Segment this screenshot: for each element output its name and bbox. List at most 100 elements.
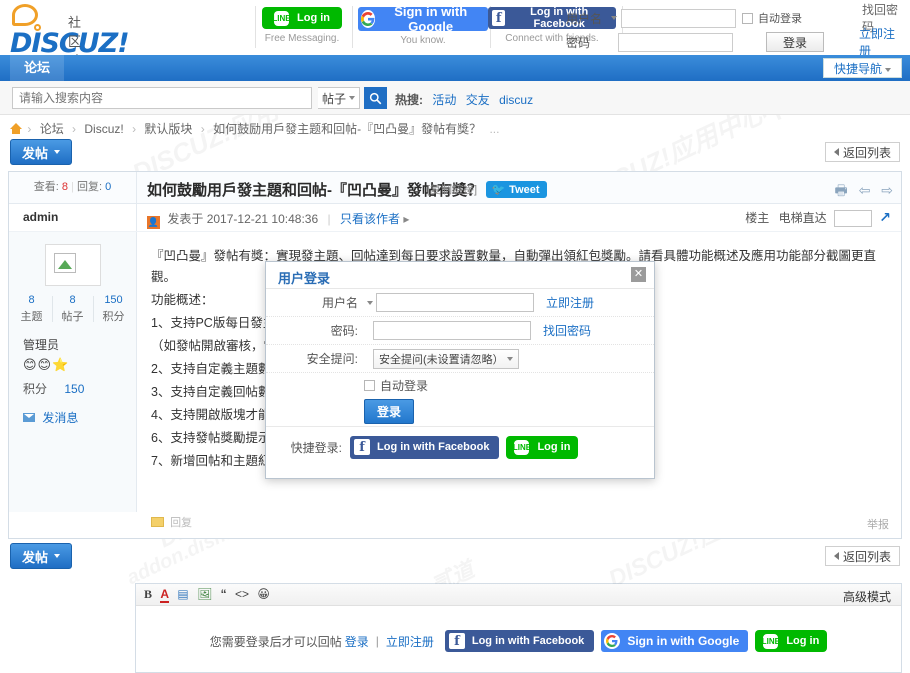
- only-author-link[interactable]: 只看该作者: [340, 212, 400, 226]
- modal-username-input[interactable]: [376, 293, 534, 312]
- image-icon[interactable]: 🖼: [197, 587, 212, 601]
- prompt-register-link[interactable]: 立即注册: [386, 633, 434, 650]
- modal-line-login-button[interactable]: LINE Log in: [506, 435, 579, 459]
- modal-forgot-password-link[interactable]: 找回密码: [543, 322, 591, 339]
- smiley-icon[interactable]: 😀: [257, 587, 270, 601]
- credit-label: 积分: [23, 382, 48, 396]
- chevron-down-icon[interactable]: [367, 300, 373, 305]
- quick-nav-dropdown[interactable]: 快捷导航: [822, 58, 902, 78]
- thread-header: 查看: 8 | 回复: 0 如何鼓勵用戶發主題和回帖-『凹凸曼』發帖有獎？ [复…: [9, 172, 901, 204]
- header-register-link[interactable]: 立即注册: [851, 25, 903, 59]
- hot-keyword-0[interactable]: 活动: [432, 93, 456, 107]
- floor-label: 楼主: [745, 211, 770, 225]
- folder-icon: [151, 517, 164, 527]
- font-color-icon[interactable]: A: [160, 587, 170, 603]
- view-label: 查看:: [33, 181, 59, 193]
- modal-password-input[interactable]: [373, 321, 531, 340]
- modal-quick-login-label: 快捷登录:: [290, 440, 342, 455]
- editor-line-label: Log in: [786, 635, 820, 647]
- code-icon[interactable]: <>: [235, 587, 249, 601]
- google-caption: You know.: [400, 35, 446, 46]
- credit-value: 150: [64, 382, 85, 396]
- close-icon[interactable]: ✕: [631, 267, 646, 282]
- search-scope-select[interactable]: 帖子: [318, 87, 360, 109]
- breadcrumb-item-0[interactable]: 论坛: [40, 122, 64, 136]
- editor-area[interactable]: 您需要登录后才可以回帖 登录 | 立即注册 f Log in with Face…: [136, 606, 901, 672]
- header-password-input[interactable]: [618, 32, 733, 52]
- chevron-down-icon[interactable]: [611, 16, 617, 20]
- chevron-down-icon: [54, 554, 60, 558]
- line-login-label: Log in: [297, 12, 330, 24]
- back-to-list-button-bottom[interactable]: 返回列表: [824, 546, 900, 566]
- breadcrumb-sep: ›: [132, 122, 137, 136]
- editor-facebook-login-button[interactable]: f Log in with Facebook: [444, 630, 595, 652]
- copy-link-button[interactable]: [复制链接]: [427, 184, 477, 196]
- modal-autologin-checkbox[interactable]: [364, 379, 375, 391]
- line-login-button[interactable]: LINE Log in: [262, 7, 342, 29]
- stat-value: 8: [69, 294, 76, 306]
- header-login-submit-button[interactable]: 登录: [766, 32, 824, 52]
- user-stat-posts: 8 帖子: [53, 294, 93, 324]
- advanced-mode-link[interactable]: 高级模式: [843, 588, 891, 605]
- new-post-button[interactable]: 发帖: [10, 139, 72, 165]
- prev-triangle-icon: [833, 148, 839, 156]
- search-button[interactable]: [364, 87, 387, 109]
- print-icon[interactable]: 🖶: [835, 182, 848, 198]
- header-social-line: LINE Log in Free Messaging.: [262, 7, 342, 44]
- new-post-button-bottom[interactable]: 发帖: [10, 543, 72, 569]
- report-link[interactable]: 举报: [867, 516, 889, 532]
- elevator-go-icon[interactable]: ↗: [879, 209, 891, 225]
- editor-google-login-button[interactable]: Sign in with Google: [601, 630, 749, 652]
- modal-login-submit-button[interactable]: 登录: [364, 399, 415, 424]
- prompt-login-link[interactable]: 登录: [345, 633, 369, 650]
- hot-keywords: 热搜: 活动 交友 discuz: [395, 91, 533, 108]
- align-icon[interactable]: ▤: [177, 587, 188, 601]
- avatar[interactable]: [44, 244, 101, 286]
- bold-icon[interactable]: B: [144, 587, 152, 602]
- modal-register-link[interactable]: 立即注册: [546, 294, 594, 311]
- header-autologin-checkbox[interactable]: [742, 12, 753, 24]
- main-nav: 论坛 快捷导航: [0, 55, 910, 81]
- modal-security-question-select[interactable]: 安全提问(未设置请忽略）: [373, 348, 519, 369]
- line-icon: LINE: [513, 439, 531, 455]
- breadcrumb-item-1[interactable]: Discuz!: [84, 122, 123, 136]
- hot-keyword-2[interactable]: discuz: [499, 93, 533, 107]
- modal-password-label: 密码:: [330, 324, 358, 338]
- breadcrumb: › 论坛 › Discuz! › 默认版块 › 如何鼓励用戶發主题和回帖-『凹凸…: [0, 115, 910, 137]
- editor-line-login-button[interactable]: LINE Log in: [755, 630, 828, 652]
- next-icon[interactable]: ⇨: [881, 182, 893, 198]
- post-meta: 👤 发表于 2017-12-21 10:48:36 | 只看该作者 ▸: [147, 212, 410, 229]
- google-icon: [361, 10, 376, 28]
- line-caption: Free Messaging.: [264, 33, 340, 44]
- breadcrumb-sep: ›: [200, 122, 205, 136]
- thread-counters: 查看: 8 | 回复: 0: [9, 172, 137, 203]
- modal-facebook-login-button[interactable]: f Log in with Facebook: [350, 435, 500, 459]
- quote-icon[interactable]: “: [221, 587, 227, 601]
- back-to-list-button-top[interactable]: 返回列表: [824, 142, 900, 162]
- header-autologin-wrap[interactable]: 自动登录: [736, 10, 854, 26]
- home-icon[interactable]: [10, 123, 22, 134]
- facebook-icon: f: [448, 633, 465, 649]
- hot-keyword-1[interactable]: 交友: [466, 93, 490, 107]
- send-message-link[interactable]: 发消息: [23, 409, 136, 426]
- modal-autologin-label: 自动登录: [380, 378, 429, 393]
- breadcrumb-item-2[interactable]: 默认版块: [144, 122, 192, 136]
- facebook-icon: f: [492, 10, 506, 26]
- search-bar: 帖子 热搜: 活动 交友 discuz: [0, 81, 910, 115]
- modal-title: 用户登录: [278, 271, 331, 286]
- tweet-button[interactable]: 🐦 Tweet: [486, 181, 547, 198]
- nav-tab-forum[interactable]: 论坛: [10, 55, 65, 81]
- header-divider: [255, 6, 256, 48]
- thread-action-bar-top: 发帖 返回列表: [0, 137, 910, 171]
- post-reply-link[interactable]: 回复: [151, 514, 192, 530]
- header-username-input[interactable]: [621, 8, 736, 28]
- breadcrumb-item-3[interactable]: 如何鼓励用戶發主题和回帖-『凹凸曼』發帖有獎？: [213, 122, 481, 136]
- elevator-input[interactable]: [833, 210, 872, 228]
- search-input[interactable]: [12, 87, 312, 109]
- prev-icon[interactable]: ⇦: [859, 182, 871, 198]
- modal-autologin-row: 自动登录: [266, 373, 654, 397]
- header-login-form: 用户名 自动登录 找回密码 密码 登录 立即注册: [566, 3, 906, 59]
- google-login-button[interactable]: Sign in with Google: [358, 4, 488, 34]
- post-author-name[interactable]: admin: [9, 204, 137, 231]
- twitter-bird-icon: 🐦: [491, 184, 506, 196]
